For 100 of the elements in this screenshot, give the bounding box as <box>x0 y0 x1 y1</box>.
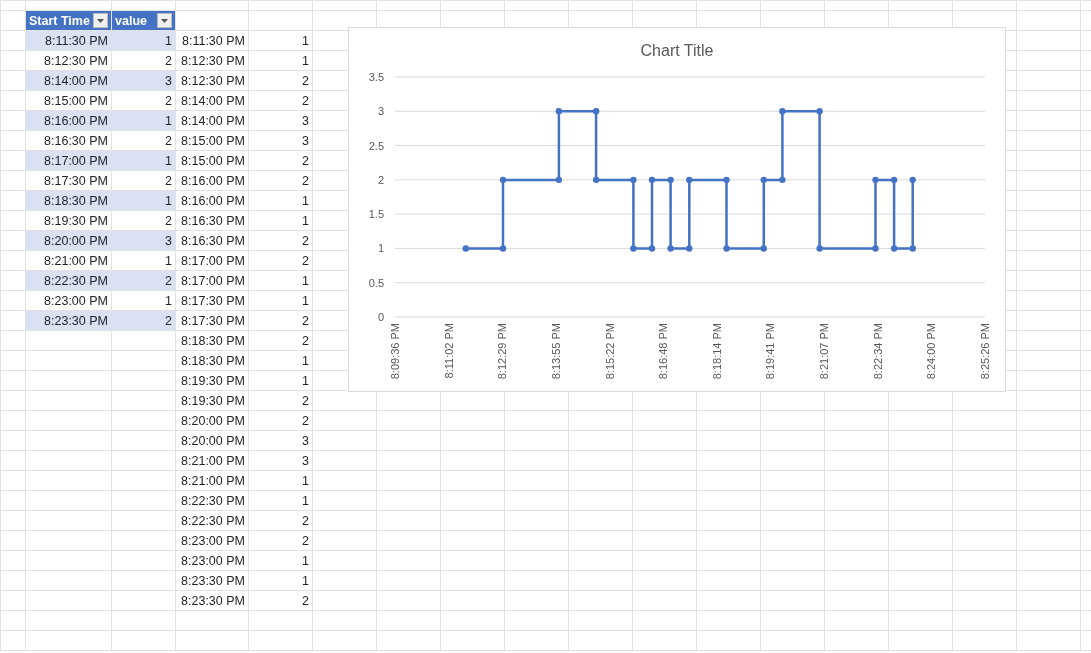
data-point <box>592 176 600 184</box>
table-cell: 1 <box>248 570 313 591</box>
table-cell: 1 <box>248 210 313 231</box>
data-point <box>909 245 916 252</box>
axis-label: 3.5 <box>368 71 384 83</box>
table-cell: 8:23:00 PM <box>175 550 249 571</box>
table-cell: 8:17:00 PM <box>175 250 249 271</box>
table-cell: 8:21:00 PM <box>175 450 249 471</box>
table-cell: 1 <box>248 270 313 291</box>
axis-label: 1 <box>377 242 384 255</box>
table-cell: 2 <box>248 590 313 611</box>
data-point <box>723 176 730 184</box>
axis-label: 8:16:48 PM <box>657 323 670 380</box>
column-label: Start Time <box>29 12 90 30</box>
table-cell: 1 <box>248 470 313 491</box>
data-point <box>779 176 786 184</box>
axis-label: 8:25:26 PM <box>979 323 991 380</box>
table-cell: 8:20:00 PM <box>175 430 249 451</box>
table-cell: 8:16:00 PM <box>175 170 249 191</box>
table-cell: 2 <box>248 90 313 111</box>
filter-dropdown-button[interactable] <box>157 13 172 28</box>
table-cell: 2 <box>248 530 313 551</box>
table-cell: 8:21:00 PM <box>175 470 249 491</box>
caret-icon <box>97 18 104 23</box>
table-cell: 2 <box>111 90 176 111</box>
data-point <box>630 176 637 184</box>
data-point <box>555 176 563 184</box>
data-point <box>667 245 674 252</box>
axis-label: 2 <box>377 173 384 186</box>
table-cell: 8:17:30 PM <box>175 290 249 311</box>
table-cell: 2 <box>248 150 313 171</box>
table-cell: 2 <box>248 390 313 411</box>
table-cell: 1 <box>248 350 313 371</box>
table-cell: 8:16:00 PM <box>175 190 249 211</box>
chart-area[interactable]: Chart Title 0 0.5 1 1.5 2 2.5 3 3.5 8:09:36 PM 8:11:02 PM 8:12:29 PM 8:13:55 PM 8:15:22 PM 8:16:48 PM 8:18:14 PM 8:19:41 PM 8:21:07 PM 8:22:34 PM 8:24:00 PM 8:25:26 PM <box>348 27 1006 392</box>
table-cell: 1 <box>248 190 313 211</box>
data-point <box>686 176 693 184</box>
table-cell: 1 <box>248 50 313 71</box>
table-cell: 2 <box>248 410 313 431</box>
table-cell: 8:18:30 PM <box>175 350 249 371</box>
data-point <box>760 176 767 184</box>
column-label: value <box>115 12 147 30</box>
data-point <box>890 245 898 252</box>
axis-label: 8:19:41 PM <box>764 323 777 380</box>
axis-label: 3 <box>377 105 384 118</box>
data-point <box>909 176 916 184</box>
data-point <box>890 176 898 184</box>
table-cell: 8:16:30 PM <box>25 130 112 151</box>
data-point <box>630 245 637 252</box>
data-point <box>872 245 879 252</box>
table-cell: 8:19:30 PM <box>25 210 112 231</box>
table-cell: 2 <box>111 210 176 231</box>
table-cell: 8:16:30 PM <box>175 210 249 231</box>
axis-label: 8:22:34 PM <box>871 323 884 380</box>
table-cell: 2 <box>248 510 313 531</box>
data-point <box>499 245 507 252</box>
table-cell: 8:14:00 PM <box>175 90 249 111</box>
data-point <box>499 176 507 184</box>
table-cell: 8:22:30 PM <box>175 510 249 531</box>
table-cell: 8:23:30 PM <box>175 590 249 611</box>
axis-label: 8:12:29 PM <box>496 323 509 380</box>
table-cell: 3 <box>248 130 313 151</box>
table-cell: 2 <box>248 310 313 331</box>
caret-icon <box>161 18 168 23</box>
axis-label: 8:15:22 PM <box>603 323 616 380</box>
table-cell: 2 <box>111 170 176 191</box>
table-cell: 8:23:00 PM <box>175 530 249 551</box>
axis-label: 8:21:07 PM <box>818 323 831 380</box>
table-cell: 2 <box>248 250 313 271</box>
table-cell: 2 <box>111 50 176 71</box>
axis-label: 0.5 <box>368 276 384 289</box>
data-point <box>667 176 674 184</box>
table-cell: 8:15:00 PM <box>175 150 249 171</box>
table-cell: 8:17:00 PM <box>175 270 249 291</box>
axis-label: 8:13:55 PM <box>549 323 562 380</box>
table-cell: 3 <box>248 430 313 451</box>
axis-label: 0 <box>377 311 384 323</box>
table-cell: 3 <box>248 110 313 131</box>
axis-label: 8:09:36 PM <box>389 323 401 380</box>
axis-label: 8:18:14 PM <box>710 323 723 380</box>
data-point <box>555 108 563 115</box>
axis-label: 8:24:00 PM <box>925 323 938 380</box>
data-point <box>779 108 786 115</box>
table-cell: 1 <box>111 290 176 311</box>
table-cell: 1 <box>248 290 313 311</box>
data-point <box>723 245 730 252</box>
table-cell: 8:21:00 PM <box>25 250 112 271</box>
table-cell: 1 <box>248 550 313 571</box>
data-point <box>760 245 767 252</box>
data-point <box>816 108 823 115</box>
data-point <box>816 245 823 252</box>
table-cell: 3 <box>248 450 313 471</box>
table-cell: 1 <box>248 370 313 391</box>
table-cell: 8:19:30 PM <box>175 390 249 411</box>
table-cell: 8:16:30 PM <box>175 230 249 251</box>
filter-dropdown-button[interactable] <box>93 13 108 28</box>
table-cell: 8:15:00 PM <box>25 90 112 111</box>
table-cell: 8:17:30 PM <box>175 310 249 331</box>
data-point <box>648 176 656 184</box>
table-cell: 8:20:00 PM <box>175 410 249 431</box>
